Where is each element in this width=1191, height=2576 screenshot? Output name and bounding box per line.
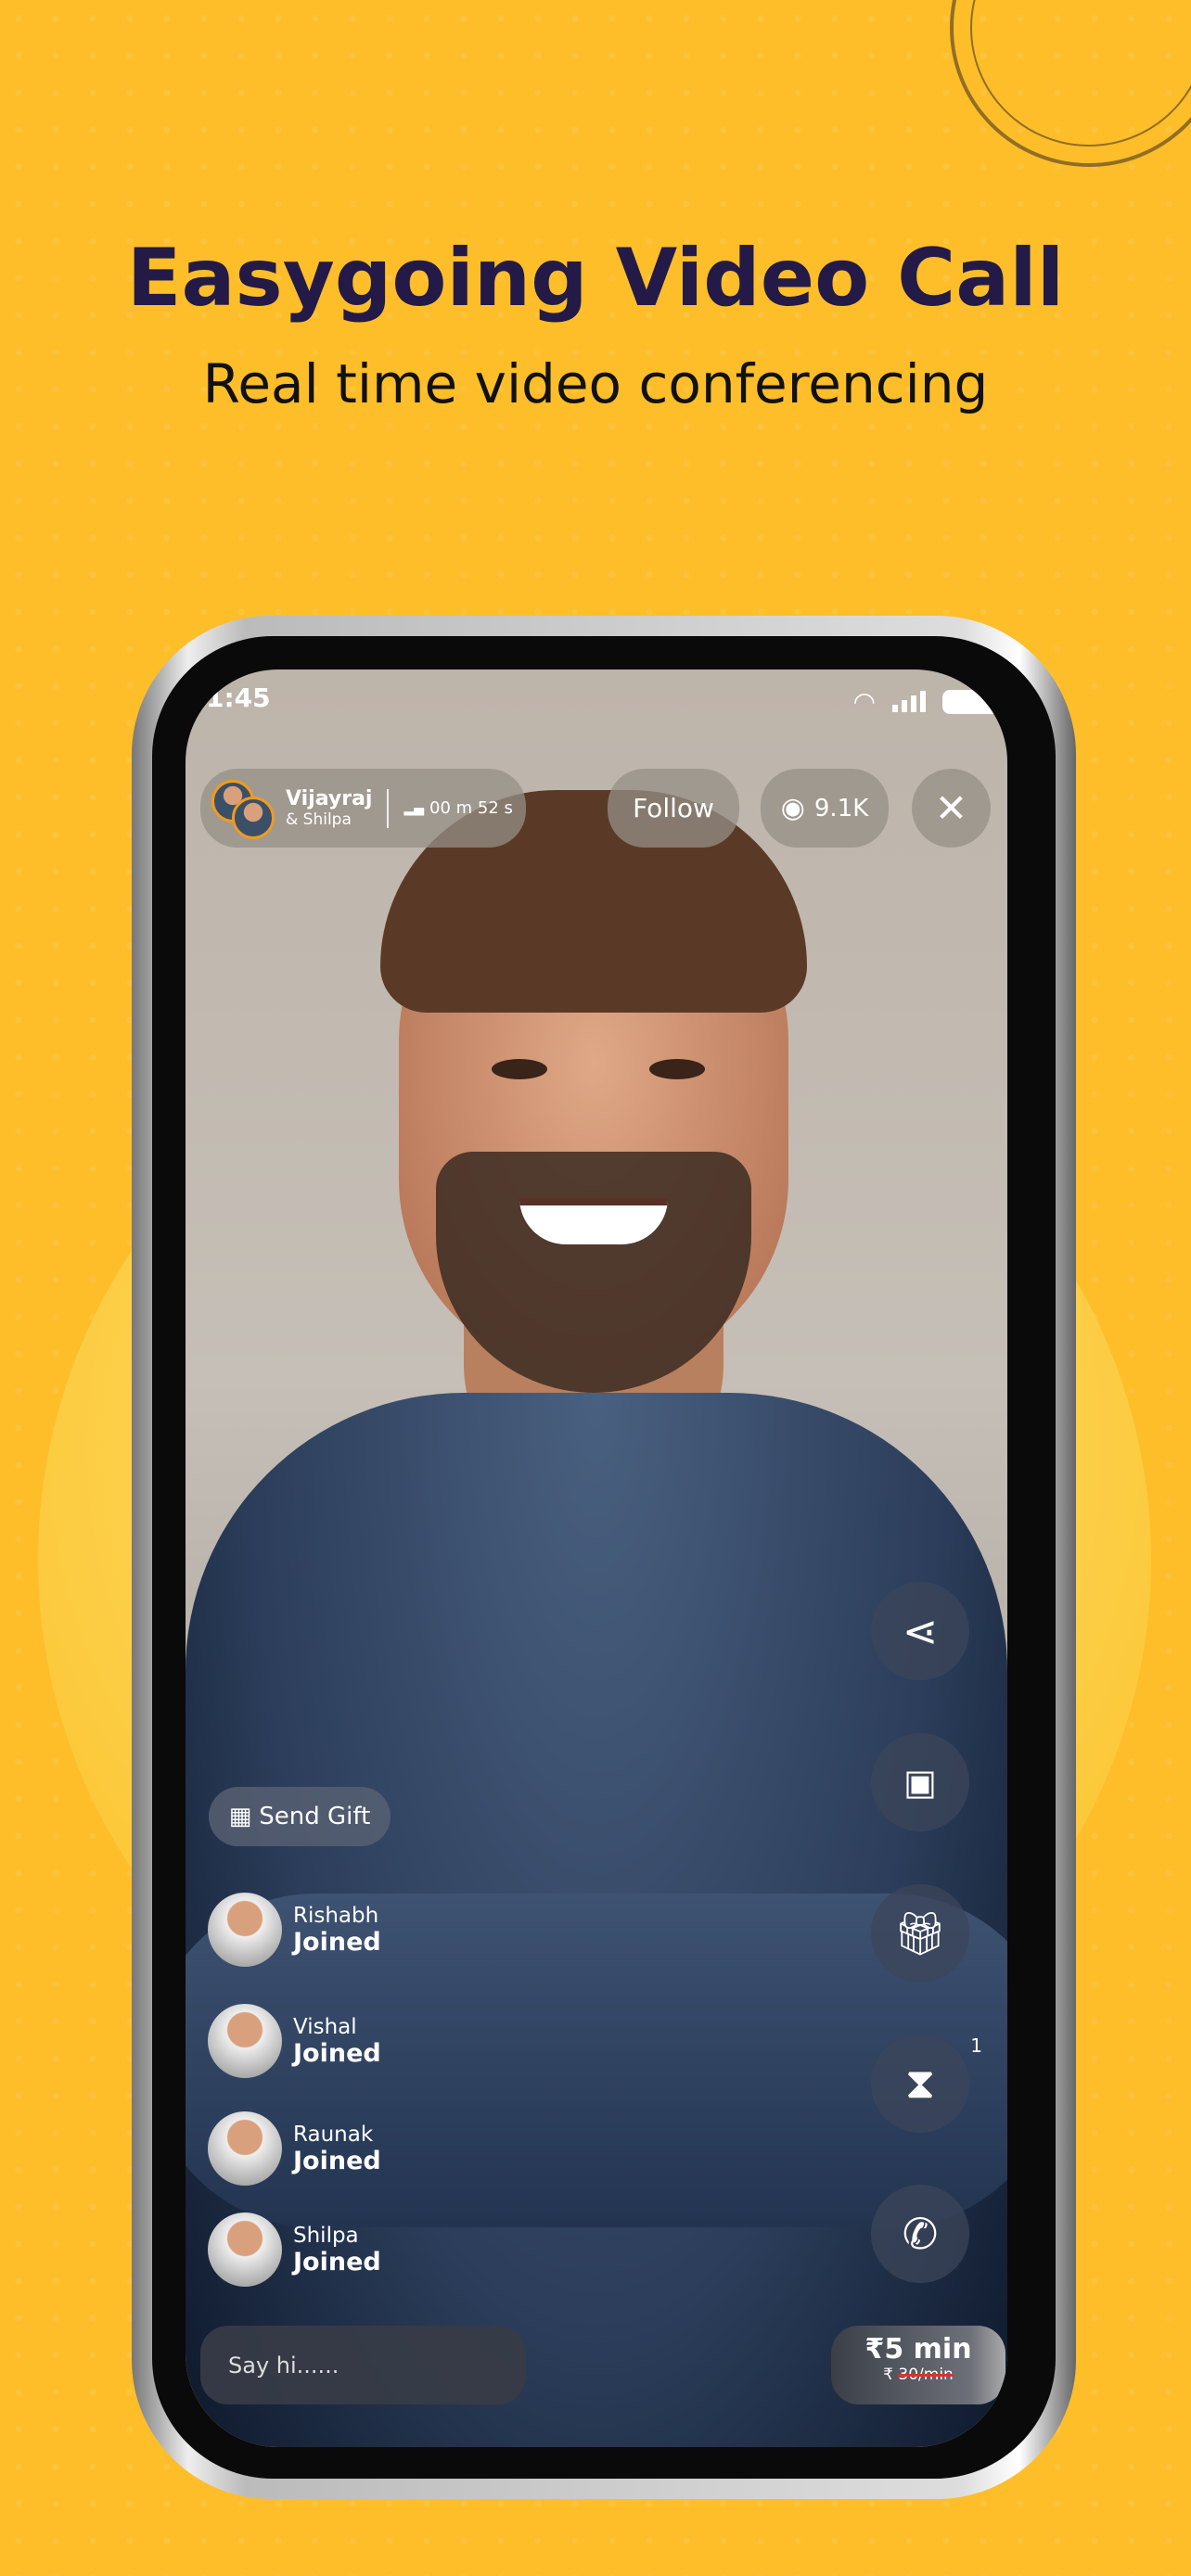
gift-button[interactable]: 🎁︎ <box>871 1884 969 1983</box>
share-icon: ⋖ <box>902 1606 939 1656</box>
hourglass-icon: ⧗ <box>904 2058 936 2108</box>
phone-icon: ✆ <box>902 2209 939 2259</box>
follow-button[interactable]: Follow <box>608 769 739 848</box>
close-icon: ✕ <box>934 785 968 831</box>
gift-icon: ▦ <box>228 1803 252 1830</box>
list-item: Rishabh Joined <box>208 1893 381 1967</box>
video-call-screen: 1:45 ◠ Vijayraj & Shilpa ▂▄ 00 m 52 s Fo… <box>186 670 1007 2447</box>
battery-icon <box>942 689 1007 714</box>
eye-icon: ◉ <box>780 792 805 824</box>
timer-badge: 1 <box>970 2034 982 2057</box>
host-info[interactable]: Vijayraj & Shilpa ▂▄ 00 m 52 s <box>200 769 526 848</box>
co-host-avatar <box>232 797 275 839</box>
divider <box>387 788 390 828</box>
wallet-button[interactable]: ▣ <box>871 1733 969 1831</box>
gift-icon: 🎁︎ <box>892 1907 948 1958</box>
avatar <box>208 2004 282 2078</box>
page-title: Easygoing Video Call <box>126 232 1065 325</box>
call-duration: 00 m 52 s <box>429 798 513 818</box>
wifi-icon: ◠ <box>852 686 876 717</box>
wallet-icon: ▣ <box>903 1762 937 1803</box>
list-item: Shilpa Joined <box>208 2213 381 2287</box>
signal-bars-icon: ▂▄ <box>403 800 425 816</box>
price-badge[interactable]: ₹5 min ₹ 30/min <box>831 2326 1005 2404</box>
list-item: Raunak Joined <box>208 2111 381 2186</box>
co-host-name: & Shilpa <box>286 810 352 829</box>
page-subtitle: Real time video conferencing <box>202 352 989 415</box>
close-button[interactable]: ✕ <box>912 769 991 848</box>
send-gift-button[interactable]: ▦ Send Gift <box>209 1787 391 1846</box>
chat-input[interactable]: Say hi...... <box>200 2326 526 2404</box>
list-item: Vishal Joined <box>208 2004 381 2078</box>
host-name: Vijayraj <box>286 787 373 810</box>
avatar <box>208 1893 282 1967</box>
viewer-count: ◉ 9.1K <box>761 769 889 848</box>
timer-button[interactable]: ⧗ 1 <box>871 2034 982 2133</box>
share-button[interactable]: ⋖ <box>871 1582 969 1680</box>
call-button[interactable]: ✆ <box>871 2185 969 2283</box>
status-time: 1:45 <box>206 682 271 713</box>
avatar <box>208 2213 282 2287</box>
avatar <box>208 2111 282 2186</box>
signal-icon <box>892 691 926 712</box>
old-price: 30/min <box>898 2366 954 2384</box>
